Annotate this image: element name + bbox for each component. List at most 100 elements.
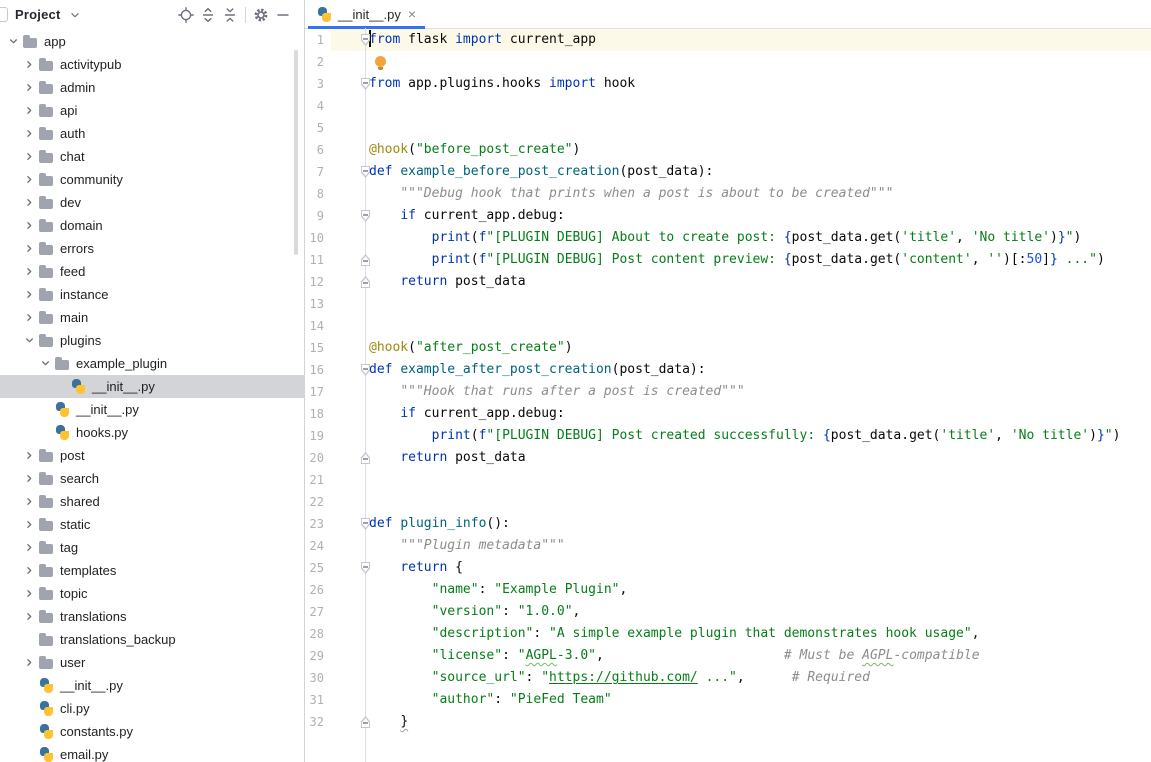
code-line-4[interactable]: 4 xyxy=(305,95,1151,117)
chevron-right-icon[interactable] xyxy=(22,195,37,210)
chevron-right-icon[interactable] xyxy=(22,126,37,141)
code-line-32[interactable]: 32 } xyxy=(305,711,1151,733)
tree-item-constants-py[interactable]: constants.py xyxy=(0,720,304,743)
code-area[interactable]: 1from flask import current_app23from app… xyxy=(305,28,1151,762)
code-line-19[interactable]: 19 print(f"[PLUGIN DEBUG] Post created s… xyxy=(305,425,1151,447)
chevron-right-icon[interactable] xyxy=(22,310,37,325)
tree-item-user[interactable]: user xyxy=(0,651,304,674)
collapse-all-icon[interactable] xyxy=(219,4,241,26)
fold-down-icon[interactable] xyxy=(331,29,365,51)
tree-item--init-py[interactable]: __init__.py xyxy=(0,398,304,421)
chevron-right-icon[interactable] xyxy=(22,103,37,118)
code-line-20[interactable]: 20 return post_data xyxy=(305,447,1151,469)
code-line-3[interactable]: 3from app.plugins.hooks import hook xyxy=(305,73,1151,95)
tree-item-static[interactable]: static xyxy=(0,513,304,536)
tree-item-dev[interactable]: dev xyxy=(0,191,304,214)
chevron-right-icon[interactable] xyxy=(22,563,37,578)
code-line-8[interactable]: 8 """Debug hook that prints when a post … xyxy=(305,183,1151,205)
chevron-right-icon[interactable] xyxy=(22,287,37,302)
code-line-31[interactable]: 31 "author": "PieFed Team" xyxy=(305,689,1151,711)
chevron-right-icon[interactable] xyxy=(22,609,37,624)
tree-item-instance[interactable]: instance xyxy=(0,283,304,306)
tree-item-tag[interactable]: tag xyxy=(0,536,304,559)
chevron-right-icon[interactable] xyxy=(22,149,37,164)
tree-item-templates[interactable]: templates xyxy=(0,559,304,582)
chevron-right-icon[interactable] xyxy=(22,172,37,187)
chevron-right-icon[interactable] xyxy=(22,264,37,279)
chevron-down-icon[interactable] xyxy=(68,8,82,22)
tree-item-search[interactable]: search xyxy=(0,467,304,490)
code-line-6[interactable]: 6@hook("before_post_create") xyxy=(305,139,1151,161)
tree-item-translations-backup[interactable]: translations_backup xyxy=(0,628,304,651)
tree-item-topic[interactable]: topic xyxy=(0,582,304,605)
code-line-2[interactable]: 2 xyxy=(305,51,1151,73)
code-line-15[interactable]: 15@hook("after_post_create") xyxy=(305,337,1151,359)
fold-down-icon[interactable] xyxy=(331,205,365,227)
tree-item-main[interactable]: main xyxy=(0,306,304,329)
code-line-23[interactable]: 23def plugin_info(): xyxy=(305,513,1151,535)
tree-item--init-py[interactable]: __init__.py xyxy=(0,674,304,697)
code-line-12[interactable]: 12 return post_data xyxy=(305,271,1151,293)
fold-down-icon[interactable] xyxy=(331,359,365,381)
chevron-right-icon[interactable] xyxy=(22,471,37,486)
code-line-18[interactable]: 18 if current_app.debug: xyxy=(305,403,1151,425)
tree-item-chat[interactable]: chat xyxy=(0,145,304,168)
fold-down-icon[interactable] xyxy=(331,161,365,183)
chevron-right-icon[interactable] xyxy=(22,241,37,256)
fold-up-icon[interactable] xyxy=(331,271,365,293)
tree-item-domain[interactable]: domain xyxy=(0,214,304,237)
code-line-5[interactable]: 5 xyxy=(305,117,1151,139)
chevron-right-icon[interactable] xyxy=(22,586,37,601)
tree-item-errors[interactable]: errors xyxy=(0,237,304,260)
tree-item-shared[interactable]: shared xyxy=(0,490,304,513)
tree-item-admin[interactable]: admin xyxy=(0,76,304,99)
code-line-30[interactable]: 30 "source_url": "https://github.com/ ..… xyxy=(305,667,1151,689)
code-line-13[interactable]: 13 xyxy=(305,293,1151,315)
chevron-right-icon[interactable] xyxy=(22,517,37,532)
fold-up-icon[interactable] xyxy=(331,711,365,733)
tree-item-app[interactable]: app xyxy=(0,30,304,53)
code-line-29[interactable]: 29 "license": "AGPL-3.0", # Must be AGPL… xyxy=(305,645,1151,667)
fold-down-icon[interactable] xyxy=(331,513,365,535)
code-line-21[interactable]: 21 xyxy=(305,469,1151,491)
fold-up-icon[interactable] xyxy=(331,249,365,271)
chevron-right-icon[interactable] xyxy=(22,57,37,72)
chevron-right-icon[interactable] xyxy=(22,218,37,233)
tree-item-auth[interactable]: auth xyxy=(0,122,304,145)
code-line-22[interactable]: 22 xyxy=(305,491,1151,513)
tree-item-translations[interactable]: translations xyxy=(0,605,304,628)
code-line-27[interactable]: 27 "version": "1.0.0", xyxy=(305,601,1151,623)
code-line-7[interactable]: 7def example_before_post_creation(post_d… xyxy=(305,161,1151,183)
code-line-10[interactable]: 10 print(f"[PLUGIN DEBUG] About to creat… xyxy=(305,227,1151,249)
chevron-down-icon[interactable] xyxy=(6,34,21,49)
fold-down-icon[interactable] xyxy=(331,73,365,95)
tree-item-hooks-py[interactable]: hooks.py xyxy=(0,421,304,444)
code-line-14[interactable]: 14 xyxy=(305,315,1151,337)
tree-item-email-py[interactable]: email.py xyxy=(0,743,304,762)
chevron-right-icon[interactable] xyxy=(22,494,37,509)
fold-up-icon[interactable] xyxy=(331,447,365,469)
code-line-16[interactable]: 16def example_after_post_creation(post_d… xyxy=(305,359,1151,381)
chevron-right-icon[interactable] xyxy=(22,80,37,95)
project-panel-title[interactable]: Project xyxy=(15,7,60,22)
tree-item-post[interactable]: post xyxy=(0,444,304,467)
code-line-11[interactable]: 11 print(f"[PLUGIN DEBUG] Post content p… xyxy=(305,249,1151,271)
intention-bulb-icon[interactable] xyxy=(375,56,386,67)
tree-item--init-py[interactable]: __init__.py xyxy=(0,375,304,398)
tree-item-community[interactable]: community xyxy=(0,168,304,191)
fold-down-icon[interactable] xyxy=(331,557,365,579)
code-line-24[interactable]: 24 """Plugin metadata""" xyxy=(305,535,1151,557)
tree-item-activitypub[interactable]: activitypub xyxy=(0,53,304,76)
select-opened-file-icon[interactable] xyxy=(175,4,197,26)
chevron-right-icon[interactable] xyxy=(22,448,37,463)
hide-tool-window-icon[interactable] xyxy=(272,4,294,26)
chevron-right-icon[interactable] xyxy=(22,540,37,555)
tree-item-example-plugin[interactable]: example_plugin xyxy=(0,352,304,375)
tree-scrollbar-thumb[interactable] xyxy=(294,50,298,255)
chevron-down-icon[interactable] xyxy=(38,356,53,371)
code-line-9[interactable]: 9 if current_app.debug: xyxy=(305,205,1151,227)
chevron-down-icon[interactable] xyxy=(22,333,37,348)
code-line-26[interactable]: 26 "name": "Example Plugin", xyxy=(305,579,1151,601)
tab-init-py[interactable]: __init__.py × xyxy=(308,0,425,28)
settings-gear-icon[interactable] xyxy=(250,4,272,26)
